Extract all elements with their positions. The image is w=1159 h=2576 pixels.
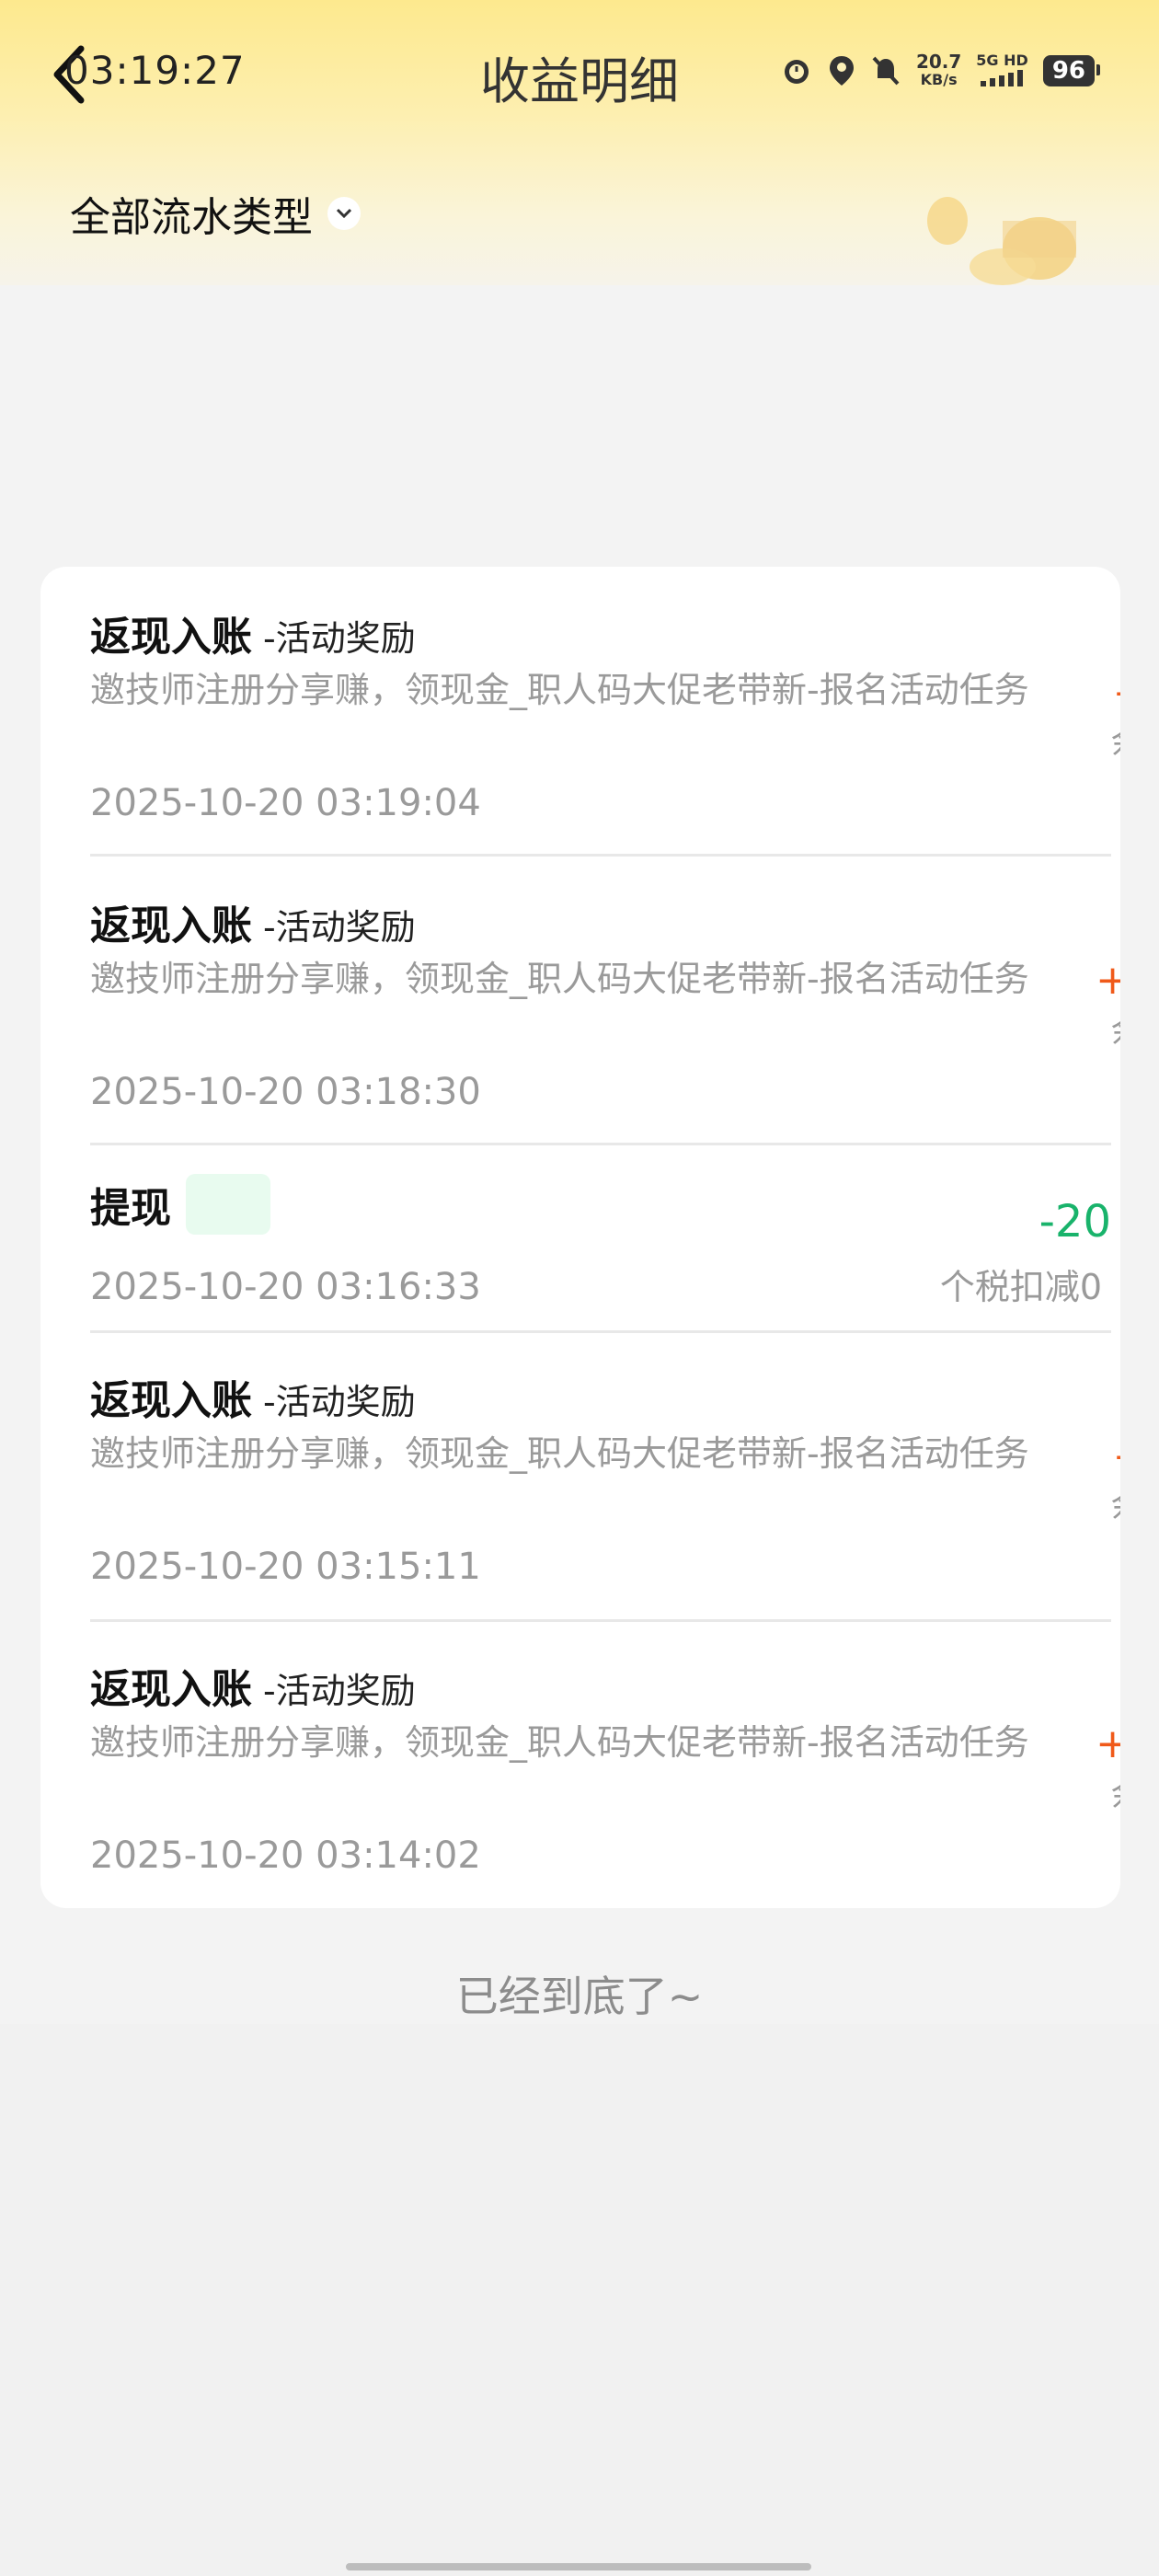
net-speed-unit: KB/s bbox=[920, 70, 958, 88]
signal-indicator: 5G HD bbox=[976, 52, 1028, 89]
end-of-list-text: 已经到底了~ bbox=[455, 1972, 704, 2021]
list-item[interactable]: 返现入账 -活动奖励 邀技师注册分享赚，领现金_职人码大促老带新-报名活动任务 … bbox=[90, 1656, 1120, 1904]
chevron-down-icon bbox=[327, 197, 361, 230]
status-icons: 20.7 KB/s 5G HD 96 bbox=[780, 52, 1101, 89]
record-type: 提现 bbox=[90, 1185, 171, 1232]
record-title: 返现入账 -活动奖励 bbox=[90, 1367, 416, 1426]
list-item[interactable]: 返现入账 -活动奖励 邀技师注册分享赚，领现金_职人码大促老带新-报名活动任务 … bbox=[90, 892, 1120, 1141]
filter-label: 全部流水类型 bbox=[70, 194, 313, 241]
record-balance-label: 余额 bbox=[1111, 716, 1120, 764]
status-badge bbox=[186, 1174, 270, 1235]
signal-bars-icon bbox=[980, 70, 1023, 86]
record-title: 返现入账 -活动奖励 bbox=[90, 892, 416, 951]
record-time: 2025-10-20 03:14:02 bbox=[90, 1834, 481, 1877]
flow-type-filter[interactable]: 全部流水类型 bbox=[70, 184, 361, 243]
record-balance-label: 余额 bbox=[1111, 1005, 1120, 1052]
record-time: 2025-10-20 03:18:30 bbox=[90, 1071, 481, 1113]
record-type: 返现入账 bbox=[90, 1377, 252, 1424]
net-speed-value: 20.7 bbox=[915, 50, 962, 73]
record-amount: + bbox=[1096, 957, 1120, 1004]
divider bbox=[90, 1143, 1111, 1145]
net-speed: 20.7 KB/s bbox=[916, 52, 961, 89]
record-type: 返现入账 bbox=[90, 614, 252, 661]
record-type: 返现入账 bbox=[90, 1666, 252, 1713]
divider bbox=[90, 1619, 1111, 1622]
record-description: 邀技师注册分享赚，领现金_职人码大促老带新-报名活动任务 bbox=[90, 670, 1029, 710]
record-amount: -20 bbox=[1039, 1196, 1111, 1248]
list-item[interactable]: 返现入账 -活动奖励 邀技师注册分享赚，领现金_职人码大促老带新-报名活动任务 … bbox=[90, 604, 1120, 852]
battery-indicator: 96 bbox=[1042, 54, 1101, 86]
tax-deduction-note: 个税扣减0 bbox=[939, 1267, 1102, 1307]
net-type: 5G HD bbox=[976, 52, 1028, 69]
record-amount: - bbox=[1115, 668, 1120, 715]
record-balance-label: 余额 bbox=[1111, 1479, 1120, 1527]
record-subtype: -活动奖励 bbox=[263, 1382, 416, 1422]
footer-background bbox=[0, 2024, 1159, 2576]
list-item[interactable]: 提现 2025-10-20 03:16:33 -20 个税扣减0 bbox=[90, 1174, 1111, 1321]
location-icon bbox=[829, 55, 854, 86]
home-indicator[interactable] bbox=[346, 2563, 811, 2570]
divider bbox=[90, 1330, 1111, 1333]
alarm-icon bbox=[784, 59, 809, 84]
record-time: 2025-10-20 03:16:33 bbox=[90, 1266, 481, 1308]
record-title: 返现入账 -活动奖励 bbox=[90, 604, 416, 662]
record-subtype: -活动奖励 bbox=[263, 1671, 416, 1711]
record-balance-label: 余额 bbox=[1111, 1768, 1120, 1816]
record-amount: - bbox=[1115, 1432, 1120, 1478]
list-item[interactable]: 返现入账 -活动奖励 邀技师注册分享赚，领现金_职人码大促老带新-报名活动任务 … bbox=[90, 1367, 1120, 1616]
record-subtype: -活动奖励 bbox=[263, 907, 416, 948]
record-title: 返现入账 -活动奖励 bbox=[90, 1656, 416, 1715]
record-description: 邀技师注册分享赚，领现金_职人码大促老带新-报名活动任务 bbox=[90, 1722, 1029, 1763]
record-type: 返现入账 bbox=[90, 903, 252, 949]
record-subtype: -活动奖励 bbox=[263, 618, 416, 659]
records-card: 返现入账 -活动奖励 邀技师注册分享赚，领现金_职人码大促老带新-报名活动任务 … bbox=[40, 567, 1120, 1908]
coins-decoration-icon bbox=[927, 197, 1076, 285]
record-time: 2025-10-20 03:15:11 bbox=[90, 1546, 481, 1588]
record-description: 邀技师注册分享赚，领现金_职人码大促老带新-报名活动任务 bbox=[90, 1433, 1029, 1474]
record-title: 提现 bbox=[90, 1174, 270, 1235]
divider bbox=[90, 854, 1111, 857]
record-description: 邀技师注册分享赚，领现金_职人码大促老带新-报名活动任务 bbox=[90, 959, 1029, 999]
record-time: 2025-10-20 03:19:04 bbox=[90, 782, 481, 824]
record-amount: + bbox=[1096, 1720, 1120, 1767]
mute-bell-icon bbox=[872, 56, 900, 85]
